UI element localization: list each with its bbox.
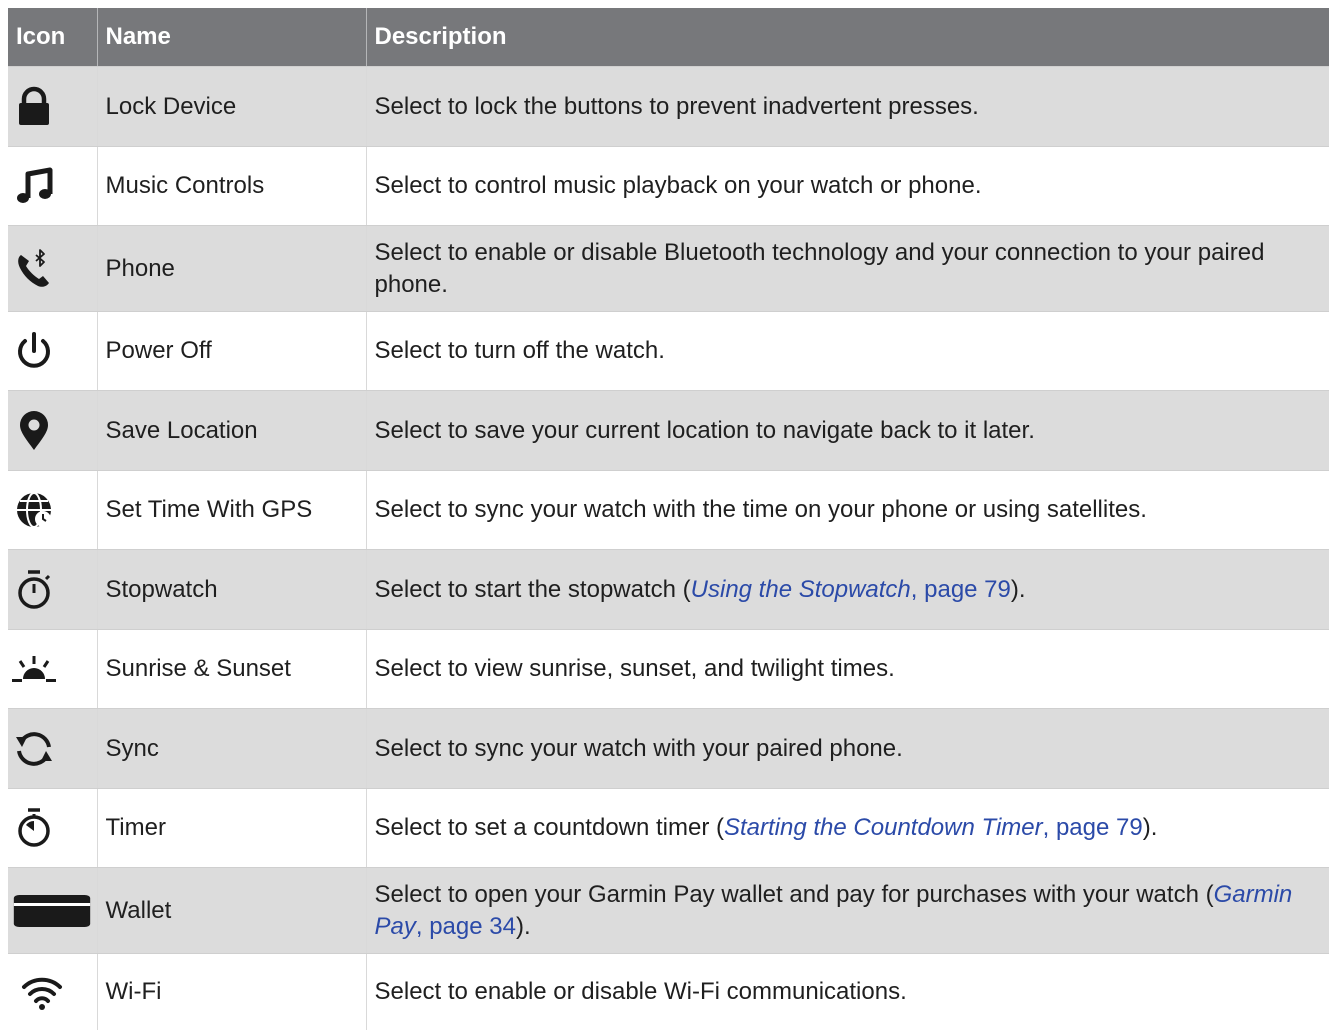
stopwatch-link[interactable]: Using the Stopwatch, page 79	[691, 576, 1011, 603]
control-name: Set Time With GPS	[97, 470, 367, 550]
control-name: Sunrise & Sunset	[97, 629, 367, 709]
table-row: Save Location Select to save your curren…	[8, 390, 1329, 471]
header-description: Description	[366, 8, 1329, 67]
header-name: Name	[97, 8, 367, 67]
wifi-icon	[22, 977, 62, 1010]
table-row: Set Time With GPS Select to sync your wa…	[8, 470, 1329, 550]
control-description: Select to enable or disable Wi-Fi commun…	[366, 953, 1329, 1030]
controls-table: Icon Name Description Lock Device Select…	[8, 8, 1329, 1030]
control-description: Select to lock the buttons to prevent in…	[366, 66, 1329, 147]
music-note-icon	[17, 167, 53, 203]
power-icon	[18, 332, 50, 368]
control-name: Power Off	[97, 311, 367, 391]
control-name: Lock Device	[97, 66, 367, 147]
phone-bluetooth-icon	[18, 248, 49, 287]
table-row: Timer Select to set a countdown timer (S…	[8, 788, 1329, 868]
wallet-icon	[13, 894, 91, 927]
control-description: Select to enable or disable Bluetooth te…	[366, 225, 1329, 312]
timer-icon	[18, 808, 50, 847]
control-description: Select to sync your watch with the time …	[366, 470, 1329, 550]
table-row: Music Controls Select to control music p…	[8, 146, 1329, 226]
control-description: Select to save your current location to …	[366, 390, 1329, 471]
control-name: Save Location	[97, 390, 367, 471]
control-name: Timer	[97, 788, 367, 868]
control-name: Phone	[97, 225, 367, 312]
table-row: Sunrise & Sunset Select to view sunrise,…	[8, 629, 1329, 709]
table-row: Power Off Select to turn off the watch.	[8, 311, 1329, 391]
control-description: Select to turn off the watch.	[366, 311, 1329, 391]
control-description: Select to view sunrise, sunset, and twil…	[366, 629, 1329, 709]
location-pin-icon	[20, 410, 48, 450]
globe-clock-icon	[17, 492, 51, 528]
table-row: Sync Select to sync your watch with your…	[8, 708, 1329, 789]
lock-icon	[19, 86, 49, 125]
control-description: Select to start the stopwatch (Using the…	[366, 549, 1329, 630]
table-header-row: Icon Name Description	[8, 8, 1329, 67]
control-name: Stopwatch	[97, 549, 367, 630]
table-row: Lock Device Select to lock the buttons t…	[8, 66, 1329, 147]
sync-icon	[16, 731, 52, 766]
control-name: Wi-Fi	[97, 953, 367, 1030]
stopwatch-icon	[18, 569, 51, 609]
header-icon: Icon	[8, 8, 98, 67]
control-name: Sync	[97, 708, 367, 789]
control-description: Select to set a countdown timer (Startin…	[366, 788, 1329, 868]
table-row: Wallet Select to open your Garmin Pay wa…	[8, 867, 1329, 954]
table-row: Wi-Fi Select to enable or disable Wi-Fi …	[8, 953, 1329, 1030]
control-name: Music Controls	[97, 146, 367, 226]
control-description: Select to sync your watch with your pair…	[366, 708, 1329, 789]
table-row: Phone Select to enable or disable Blueto…	[8, 225, 1329, 312]
countdown-timer-link[interactable]: Starting the Countdown Timer, page 79	[724, 814, 1143, 841]
control-description: Select to control music playback on your…	[366, 146, 1329, 226]
sunrise-icon	[12, 656, 56, 682]
control-name: Wallet	[97, 867, 367, 954]
control-description: Select to open your Garmin Pay wallet an…	[366, 867, 1329, 954]
table-row: Stopwatch Select to start the stopwatch …	[8, 549, 1329, 630]
